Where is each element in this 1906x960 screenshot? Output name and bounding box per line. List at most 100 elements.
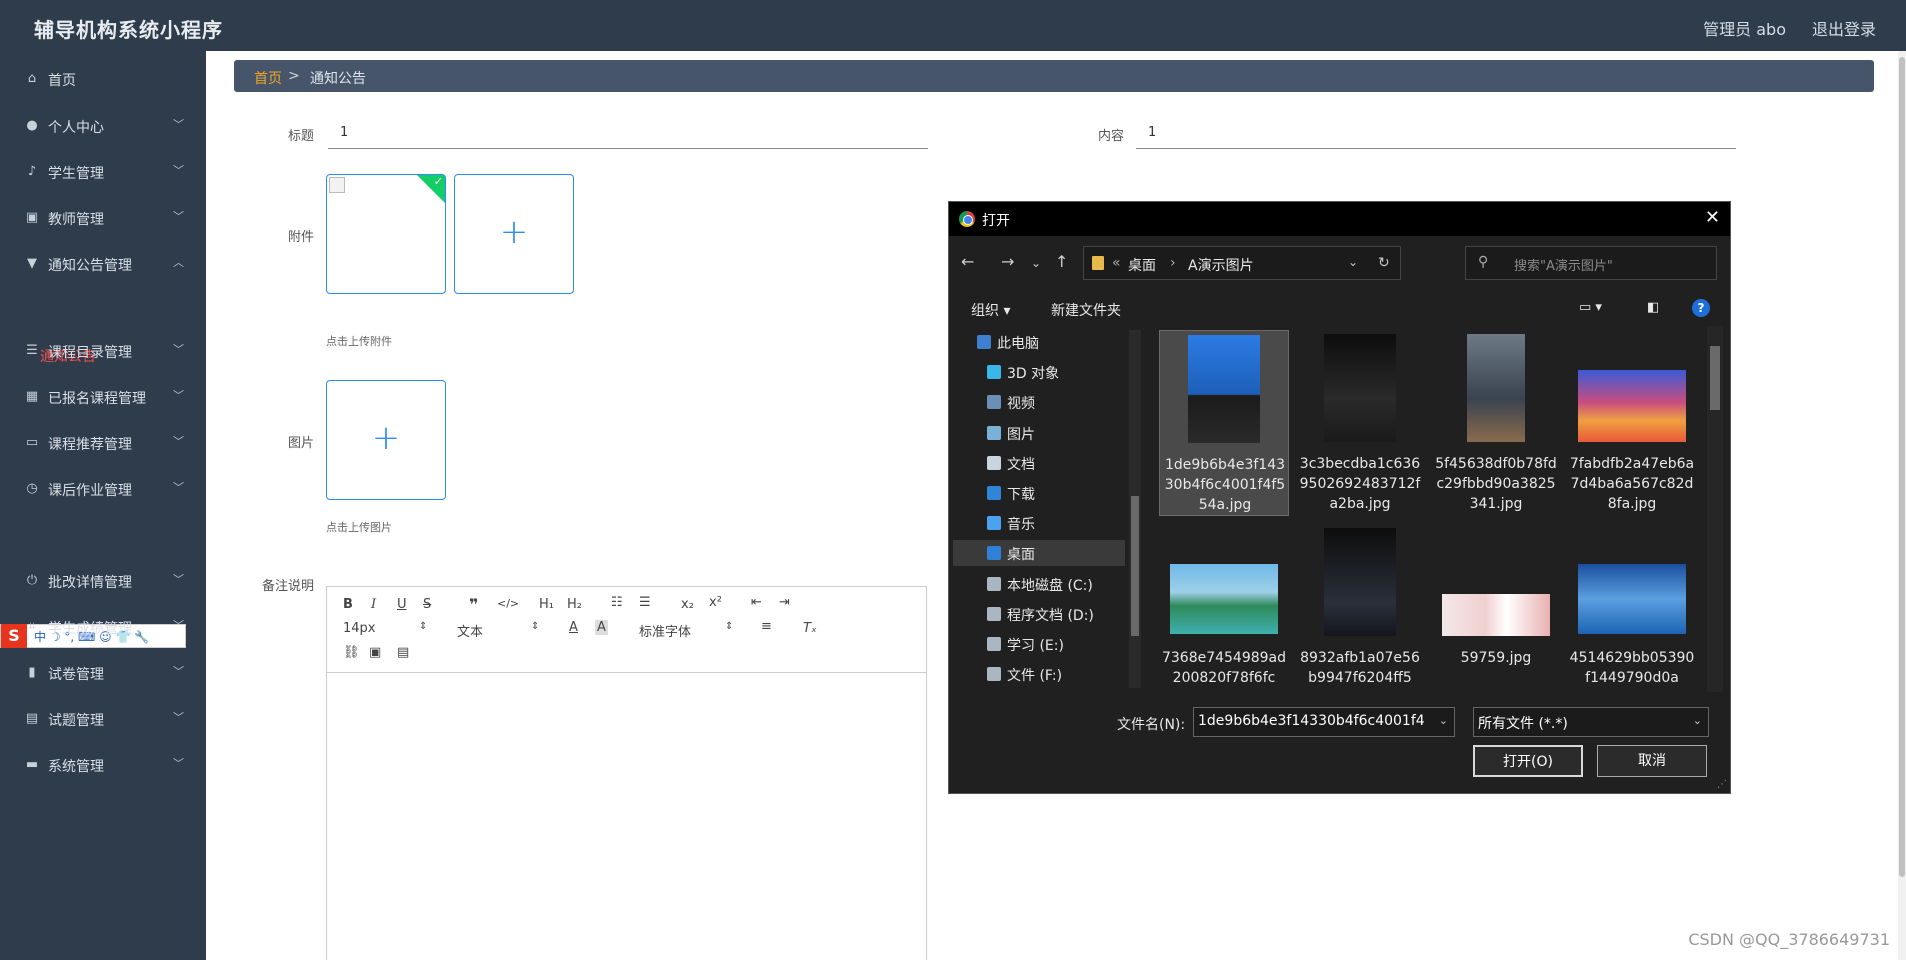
clear-format-icon[interactable]: Tₓ — [803, 621, 817, 636]
page-scroll-thumb[interactable] — [1899, 57, 1905, 877]
file-item[interactable]: 7368e7454989ad200820f78f6fc — [1159, 524, 1289, 692]
sidebar-item-11[interactable]: ▮ 试卷管理 ﹀ — [0, 653, 206, 693]
nav-item-11[interactable]: 文件 (F:) — [953, 661, 1125, 687]
chevron-down-icon[interactable]: ⌄ — [1348, 255, 1358, 269]
sidebar-item-3[interactable]: ▣ 教师管理 ﹀ — [0, 198, 206, 238]
sidebar-item-label: 教师管理 — [48, 212, 104, 228]
font-family-select[interactable]: 标准字体 — [639, 621, 691, 640]
attachment-upload-button[interactable]: + — [454, 174, 574, 294]
sidebar-item-label: 个人中心 — [48, 120, 104, 136]
nav-item-9[interactable]: 程序文档 (D:) — [953, 601, 1125, 627]
nav-scrollbar[interactable] — [1129, 330, 1141, 688]
recent-dropdown-icon[interactable]: ⌄ — [1031, 256, 1041, 270]
file-scroll-thumb[interactable] — [1710, 346, 1720, 410]
mic-icon: ♪ — [27, 164, 37, 179]
text-style-select[interactable]: 文本 — [457, 621, 483, 640]
file-name: 59759.jpg — [1460, 650, 1532, 666]
sidebar-item-4[interactable]: ▼ 通知公告管理 ︿ — [0, 244, 206, 284]
close-icon[interactable]: ✕ — [1705, 207, 1720, 228]
superscript-icon[interactable]: x² — [709, 595, 722, 610]
nav-item-7[interactable]: 桌面 — [953, 540, 1125, 566]
nav-item-1[interactable]: 3D 对象 — [953, 359, 1125, 385]
file-open-dialog: 打开 ✕ ← → ⌄ ↑ « 桌面 › A演示图片 ⌄ ↻ ⚲ 搜索"A演示图片… — [948, 201, 1731, 794]
file-item[interactable]: 5f45638df0b78fdc29fbbd90a3825341.jpg — [1431, 330, 1561, 516]
strikethrough-icon[interactable]: S — [423, 597, 431, 612]
open-button[interactable]: 打开(O) — [1473, 745, 1583, 777]
quote-icon[interactable]: ❞ — [469, 595, 478, 614]
sidebar-item-label: 学生管理 — [48, 166, 104, 182]
heading2-icon[interactable]: H₂ — [567, 597, 582, 612]
breadcrumb-home[interactable]: 首页 — [254, 68, 282, 88]
sidebar-item-7[interactable]: ▭ 课程推荐管理 ﹀ — [0, 423, 206, 463]
address-bar[interactable]: « 桌面 › A演示图片 ⌄ ↻ — [1083, 246, 1401, 280]
sidebar-item-6[interactable]: ▦ 已报名课程管理 ﹀ — [0, 377, 206, 417]
file-type-select[interactable]: 所有文件 (*.*) ⌄ — [1473, 707, 1709, 737]
video-icon[interactable]: ▤ — [397, 645, 409, 660]
code-icon[interactable]: </> — [497, 597, 519, 610]
sidebar-item-1[interactable]: ● 个人中心 ﹀ — [0, 106, 206, 146]
up-arrow-icon[interactable]: ↑ — [1055, 252, 1068, 271]
font-size-select[interactable]: 14px — [343, 621, 376, 636]
cancel-button[interactable]: 取消 — [1597, 745, 1707, 777]
forward-arrow-icon[interactable]: → — [1001, 252, 1014, 271]
sidebar-item-10[interactable]: ⌗ 学生成绩管理 ﹀ — [0, 607, 206, 647]
sidebar-item-12[interactable]: ▤ 试题管理 ﹀ — [0, 699, 206, 739]
file-item[interactable]: 8932afb1a07e56b9947f6204ff5 — [1295, 524, 1425, 692]
align-icon[interactable]: ≡ — [761, 619, 772, 634]
image-icon[interactable]: ▣ — [369, 645, 381, 660]
attachment-thumbnail[interactable]: ✓ — [326, 174, 446, 294]
back-arrow-icon[interactable]: ← — [961, 252, 974, 271]
sidebar-item-13[interactable]: ▬ 系统管理 ﹀ — [0, 745, 206, 785]
font-color-icon[interactable]: A — [569, 620, 578, 635]
sidebar-item-9[interactable]: ⏻ 批改详情管理 ﹀ — [0, 561, 206, 601]
background-color-icon[interactable]: A — [595, 620, 608, 635]
chevron-down-icon[interactable]: ⌄ — [1439, 714, 1448, 727]
view-options-icon[interactable]: ▭ ▾ — [1579, 300, 1602, 315]
file-item[interactable]: 4514629bb05390f1449790d0a — [1567, 524, 1697, 692]
file-scrollbar[interactable] — [1707, 326, 1723, 692]
rich-text-editor[interactable]: B I U S ❞ </> H₁ H₂ ☷ ☰ x₂ x² ⇤ ⇥ 14px ⇕… — [326, 586, 927, 960]
refresh-icon[interactable]: ↻ — [1378, 255, 1390, 271]
nav-item-8[interactable]: 本地磁盘 (C:) — [953, 571, 1125, 597]
nav-item-5[interactable]: 下载 — [953, 480, 1125, 506]
image-upload-button[interactable]: + — [326, 380, 446, 500]
nav-scroll-thumb[interactable] — [1131, 496, 1139, 636]
nav-item-2[interactable]: 视频 — [953, 389, 1125, 415]
sidebar-item-8[interactable]: ◷ 课后作业管理 ﹀ — [0, 469, 206, 509]
path-segment-desktop[interactable]: 桌面 — [1128, 255, 1156, 275]
search-box[interactable]: ⚲ 搜索"A演示图片" — [1465, 246, 1717, 280]
link-icon[interactable]: ⛓ — [343, 645, 360, 660]
sidebar-item-2[interactable]: ♪ 学生管理 ﹀ — [0, 152, 206, 192]
content-input[interactable] — [1136, 117, 1736, 149]
underline-icon[interactable]: U — [397, 597, 407, 612]
resize-grip-icon[interactable]: ⋰ — [1717, 779, 1727, 790]
organize-menu[interactable]: 组织 ▾ — [971, 300, 1010, 320]
outdent-icon[interactable]: ⇤ — [751, 595, 762, 610]
file-item[interactable]: 59759.jpg — [1431, 524, 1561, 692]
file-item[interactable]: 7fabdfb2a47eb6a7d4ba6a567c82d8fa.jpg — [1567, 330, 1697, 516]
new-folder-button[interactable]: 新建文件夹 — [1051, 300, 1121, 320]
logout-link[interactable]: 退出登录 — [1812, 16, 1876, 40]
heading1-icon[interactable]: H₁ — [539, 597, 554, 612]
title-input[interactable] — [328, 117, 928, 149]
file-item[interactable]: 1de9b6b4e3f14330b4f6c4001f4f554a.jpg — [1159, 330, 1289, 516]
sidebar-item-5[interactable]: ☰ 课程目录管理 ﹀ — [0, 331, 206, 371]
nav-item-0[interactable]: 此电脑 — [953, 329, 1125, 355]
italic-icon[interactable]: I — [371, 597, 376, 612]
preview-pane-icon[interactable]: ◧ — [1647, 300, 1659, 315]
path-segment-folder[interactable]: A演示图片 — [1188, 255, 1254, 275]
indent-icon[interactable]: ⇥ — [779, 595, 790, 610]
subscript-icon[interactable]: x₂ — [681, 597, 694, 612]
bullet-list-icon[interactable]: ☰ — [639, 595, 651, 610]
nav-item-10[interactable]: 学习 (E:) — [953, 631, 1125, 657]
sidebar-item-0[interactable]: ⌂ 首页 — [0, 59, 206, 99]
page-scrollbar[interactable] — [1898, 51, 1906, 960]
nav-item-4[interactable]: 文档 — [953, 450, 1125, 476]
nav-item-3[interactable]: 图片 — [953, 420, 1125, 446]
file-item[interactable]: 3c3becdba1c6369502692483712fa2ba.jpg — [1295, 330, 1425, 516]
filename-input[interactable]: 1de9b6b4e3f14330b4f6c4001f4 ⌄ — [1193, 707, 1455, 737]
ordered-list-icon[interactable]: ☷ — [611, 595, 623, 610]
bold-icon[interactable]: B — [343, 597, 353, 612]
nav-item-6[interactable]: 音乐 — [953, 510, 1125, 536]
help-icon[interactable]: ? — [1692, 299, 1710, 317]
